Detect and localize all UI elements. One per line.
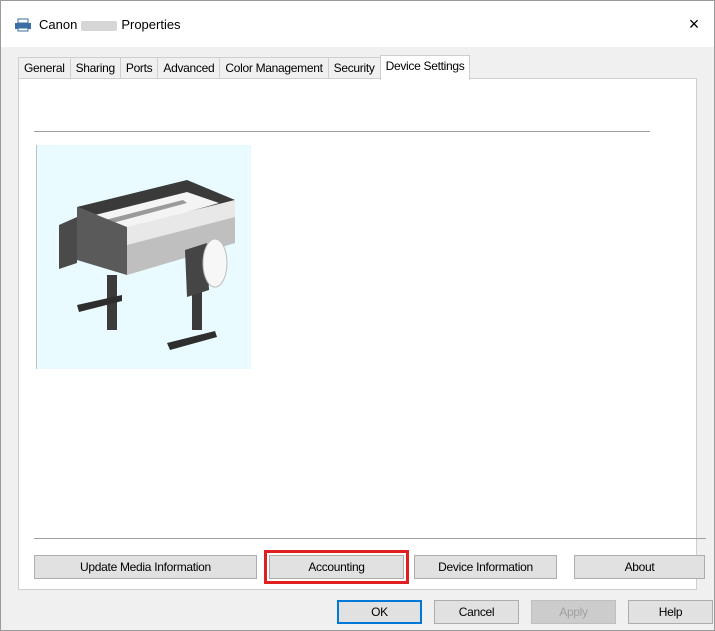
help-button[interactable]: Help — [628, 600, 713, 624]
tab-sharing[interactable]: Sharing — [69, 57, 120, 79]
tab-device-settings[interactable]: Device Settings — [379, 55, 471, 80]
tab-color-management[interactable]: Color Management — [219, 57, 328, 79]
about-button[interactable]: About — [574, 555, 705, 579]
redacted-model-name — [81, 20, 118, 31]
accounting-button[interactable]: Accounting — [264, 550, 409, 584]
separator-top — [34, 131, 650, 132]
title-suffix: Properties — [121, 17, 181, 32]
printer-illustration — [36, 145, 251, 369]
properties-dialog: Canon Properties × General Sharing Ports … — [0, 0, 715, 631]
tab-strip: General Sharing Ports Advanced Color Man… — [18, 55, 471, 80]
title-prefix: Canon — [39, 17, 78, 32]
close-icon[interactable]: × — [682, 12, 706, 36]
title-bar: Canon Properties × — [1, 1, 714, 47]
separator-bottom — [34, 538, 706, 539]
apply-button[interactable]: Apply — [531, 600, 616, 624]
tab-general[interactable]: General — [18, 57, 70, 79]
ok-button[interactable]: OK — [337, 600, 422, 624]
cancel-button[interactable]: Cancel — [434, 600, 519, 624]
tab-ports[interactable]: Ports — [119, 57, 158, 79]
tab-advanced[interactable]: Advanced — [157, 57, 220, 79]
tab-security[interactable]: Security — [327, 57, 380, 79]
window-title: Canon Properties — [39, 17, 181, 32]
update-media-information-button[interactable]: Update Media Information — [34, 555, 257, 579]
printer-icon — [15, 18, 31, 32]
device-information-button[interactable]: Device Information — [414, 555, 557, 579]
device-settings-panel: Update Media Information Accounting Devi… — [18, 78, 706, 590]
